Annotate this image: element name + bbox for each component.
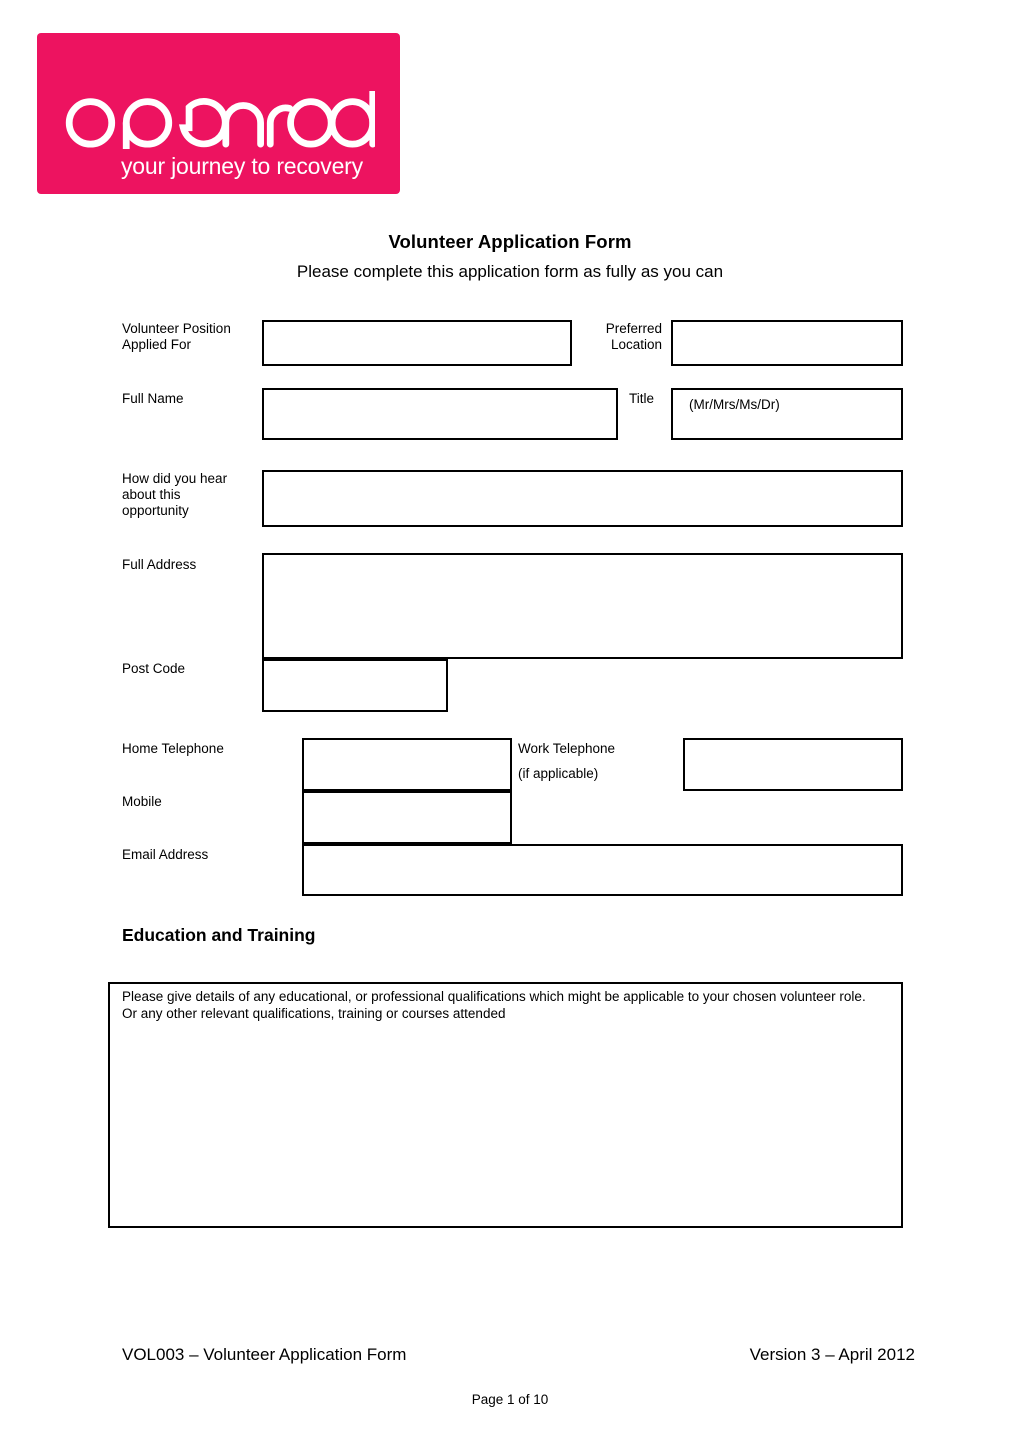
label-how-did-you-hear: How did you hear about this opportunity xyxy=(122,471,228,518)
input-full-address[interactable] xyxy=(262,553,903,659)
input-post-code[interactable] xyxy=(262,659,448,712)
input-work-telephone[interactable] xyxy=(683,738,903,791)
logo-tagline: your journey to recovery xyxy=(121,153,363,179)
label-email-address: Email Address xyxy=(122,847,209,862)
input-full-name[interactable] xyxy=(262,388,618,440)
education-instructions-line2: Or any other relevant qualifications, tr… xyxy=(122,1006,506,1021)
input-email-address[interactable] xyxy=(302,844,903,896)
label-post-code: Post Code xyxy=(122,661,186,676)
label-preferred-location: Preferred Location xyxy=(605,321,662,352)
input-title[interactable]: (Mr/Mrs/Ms/Dr) xyxy=(671,388,903,440)
label-full-name: Full Name xyxy=(122,391,184,406)
label-work-telephone: Work Telephone xyxy=(518,741,616,756)
openroad-logo: your journey to recovery xyxy=(37,33,400,194)
page-subtitle: Please complete this application form as… xyxy=(296,262,724,281)
footer-document-ref: VOL003 – Volunteer Application Form xyxy=(122,1345,407,1364)
label-volunteer-position: Volunteer Position Applied For xyxy=(122,321,231,352)
input-how-did-you-hear[interactable] xyxy=(262,470,903,527)
label-home-telephone: Home Telephone xyxy=(122,741,224,756)
input-volunteer-position[interactable] xyxy=(262,320,572,366)
footer-version: Version 3 – April 2012 xyxy=(749,1345,915,1364)
title-hint-text: (Mr/Mrs/Ms/Dr) xyxy=(689,397,780,412)
label-title: Title xyxy=(629,391,655,406)
input-mobile[interactable] xyxy=(302,791,512,844)
input-preferred-location[interactable] xyxy=(671,320,903,366)
input-home-telephone[interactable] xyxy=(302,738,512,791)
input-education-training[interactable]: Please give details of any educational, … xyxy=(108,982,903,1228)
section-heading-education: Education and Training xyxy=(122,925,316,945)
label-mobile: Mobile xyxy=(122,794,162,809)
document-page: your journey to recovery Volunteer Appli… xyxy=(0,0,1020,1443)
footer-page-number: Page 1 of 10 xyxy=(471,1392,549,1407)
education-instructions-line1: Please give details of any educational, … xyxy=(122,989,866,1004)
page-title: Volunteer Application Form xyxy=(388,231,632,252)
label-work-telephone-sublabel: (if applicable) xyxy=(518,766,599,781)
openroad-wordmark-icon xyxy=(65,91,375,149)
label-full-address: Full Address xyxy=(122,557,197,572)
